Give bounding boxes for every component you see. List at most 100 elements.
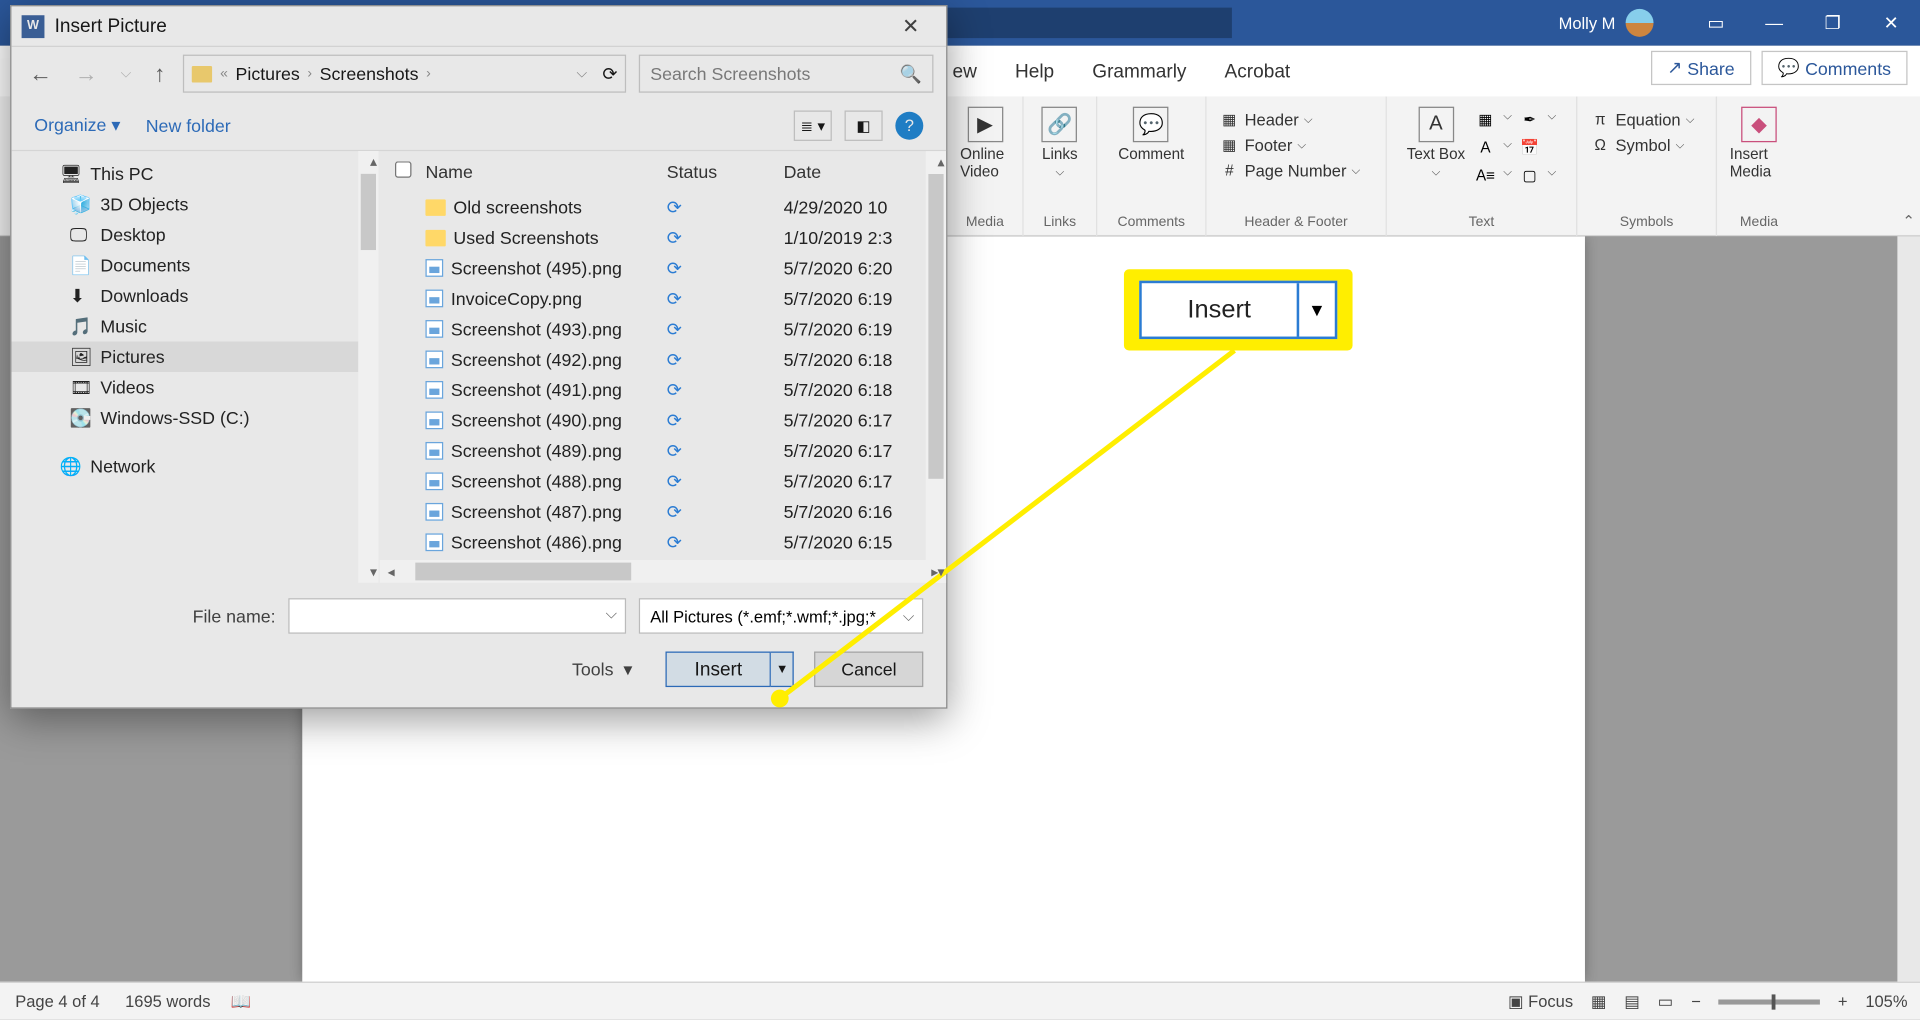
nav-item-videos[interactable]: 🎞Videos — [11, 372, 378, 402]
file-row[interactable]: Screenshot (493).png⟳5/7/2020 6:19 — [380, 314, 946, 344]
zoom-level[interactable]: 105% — [1865, 992, 1907, 1011]
drop-cap-icon[interactable]: A≡ — [1475, 165, 1495, 185]
comments-button[interactable]: 💬 Comments — [1761, 51, 1907, 85]
column-date[interactable]: Date — [784, 161, 929, 181]
user-name: Molly M — [1559, 13, 1616, 32]
links-button[interactable]: 🔗Links⌵ — [1042, 107, 1078, 179]
new-folder-button[interactable]: New folder — [146, 115, 231, 135]
word-count[interactable]: 1695 words — [125, 992, 210, 1011]
nav-item-pictures[interactable]: 🖼Pictures — [11, 342, 378, 372]
minimize-icon[interactable]: — — [1745, 0, 1803, 46]
page-indicator[interactable]: Page 4 of 4 — [15, 992, 99, 1011]
file-row[interactable]: Used Screenshots⟳1/10/2019 2:3 — [380, 222, 946, 252]
tab-acrobat[interactable]: Acrobat — [1225, 60, 1291, 82]
select-all-checkbox[interactable] — [394, 161, 411, 178]
footer-button[interactable]: ▦Footer ⌵ — [1219, 132, 1360, 157]
nav-item-3d-objects[interactable]: 🧊3D Objects — [11, 189, 378, 219]
focus-button[interactable]: ▣ Focus — [1508, 991, 1573, 1011]
link-icon: 🔗 — [1042, 107, 1078, 143]
callout-label: Insert — [1142, 283, 1297, 336]
zoom-slider[interactable] — [1719, 999, 1821, 1004]
nav-item-music[interactable]: 🎵Music — [11, 311, 378, 341]
view-mode-button[interactable]: ≣ ▾ — [794, 110, 832, 140]
breadcrumb-item[interactable]: Pictures — [236, 64, 300, 84]
image-file-icon — [425, 259, 443, 277]
wordart-icon[interactable]: A — [1475, 137, 1495, 157]
file-row[interactable]: Old screenshots⟳4/29/2020 10 — [380, 192, 946, 222]
nav-item-this-pc[interactable]: 🖥This PC — [11, 159, 378, 189]
file-row[interactable]: InvoiceCopy.png⟳5/7/2020 6:19 — [380, 283, 946, 313]
nav-scrollbar[interactable]: ▴ ▾ — [358, 151, 378, 583]
search-input[interactable]: Search Screenshots 🔍 — [639, 55, 934, 93]
online-video-button[interactable]: ▶Online Video — [960, 107, 1010, 181]
organize-button[interactable]: Organize ▾ — [34, 114, 120, 136]
nav-item-downloads[interactable]: ⬇Downloads — [11, 281, 378, 311]
nav-item-documents[interactable]: 📄Documents — [11, 250, 378, 280]
read-mode-icon[interactable]: ▦ — [1591, 991, 1607, 1011]
tab-grammarly[interactable]: Grammarly — [1092, 60, 1186, 82]
equation-button[interactable]: πEquation ⌵ — [1590, 107, 1694, 132]
file-name-input[interactable] — [288, 598, 626, 634]
up-icon[interactable]: ↑ — [149, 60, 171, 87]
tools-button[interactable]: Tools ▾ — [572, 658, 632, 680]
column-status[interactable]: Status — [667, 161, 784, 181]
print-layout-icon[interactable]: ▤ — [1624, 991, 1640, 1011]
preview-pane-button[interactable]: ◧ — [845, 110, 883, 140]
equation-icon: π — [1590, 109, 1610, 129]
chevron-down-icon[interactable]: ⌵ — [576, 65, 587, 82]
back-icon[interactable]: ← — [24, 60, 57, 87]
file-row[interactable]: Screenshot (491).png⟳5/7/2020 6:18 — [380, 375, 946, 405]
file-vscrollbar[interactable]: ▴ ▾ — [926, 151, 946, 583]
file-row[interactable]: Screenshot (490).png⟳5/7/2020 6:17 — [380, 405, 946, 435]
maximize-icon[interactable]: ❐ — [1803, 0, 1861, 46]
forward-icon[interactable]: → — [70, 60, 103, 87]
zoom-in-icon[interactable]: + — [1838, 992, 1848, 1011]
spelling-icon[interactable]: 📖 — [231, 991, 252, 1011]
signature-icon[interactable]: ✒ — [1520, 109, 1540, 129]
close-icon[interactable]: ✕ — [1862, 0, 1920, 46]
text-box-icon: A — [1418, 107, 1454, 143]
file-hscrollbar[interactable]: ◂▸ — [380, 560, 946, 583]
tab-help[interactable]: Help — [1015, 60, 1054, 82]
nav-item-windows-ssd-c-[interactable]: 💽Windows-SSD (C:) — [11, 403, 378, 433]
nav-item-desktop[interactable]: 🖵Desktop — [11, 220, 378, 250]
file-row[interactable]: Screenshot (489).png⟳5/7/2020 6:17 — [380, 436, 946, 466]
insert-button[interactable]: Insert ▼ — [665, 652, 794, 688]
insert-media-button[interactable]: ◆Insert Media — [1730, 107, 1788, 181]
cancel-button[interactable]: Cancel — [815, 652, 924, 688]
column-name[interactable]: Name — [425, 161, 666, 181]
ribbon-display-icon[interactable]: ▭ — [1687, 0, 1745, 46]
file-row[interactable]: Screenshot (492).png⟳5/7/2020 6:18 — [380, 344, 946, 374]
callout-highlight: Insert ▼ — [1124, 269, 1353, 350]
object-icon[interactable]: ▢ — [1520, 165, 1540, 185]
zoom-out-icon[interactable]: − — [1691, 992, 1701, 1011]
web-layout-icon[interactable]: ▭ — [1658, 991, 1674, 1011]
file-row[interactable]: Screenshot (495).png⟳5/7/2020 6:20 — [380, 253, 946, 283]
date-icon[interactable]: 📅 — [1520, 137, 1540, 157]
breadcrumb[interactable]: « Pictures › Screenshots › ⌵ ⟳ — [183, 55, 626, 93]
header-button[interactable]: ▦Header ⌵ — [1219, 107, 1360, 132]
text-box-button[interactable]: AText Box⌵ — [1407, 107, 1465, 179]
quick-parts-icon[interactable]: ▦ — [1475, 109, 1495, 129]
avatar[interactable] — [1626, 9, 1654, 37]
file-row[interactable]: Screenshot (486).png⟳5/7/2020 6:15 — [380, 527, 946, 557]
file-row[interactable]: Screenshot (487).png⟳5/7/2020 6:16 — [380, 497, 946, 527]
vertical-scrollbar[interactable] — [1897, 236, 1920, 981]
file-row[interactable]: Screenshot (488).png⟳5/7/2020 6:17 — [380, 466, 946, 496]
symbol-button[interactable]: ΩSymbol ⌵ — [1590, 132, 1694, 157]
nav-item-network[interactable]: 🌐Network — [11, 451, 378, 481]
breadcrumb-item[interactable]: Screenshots — [320, 64, 419, 84]
image-file-icon — [425, 411, 443, 429]
comment-button[interactable]: 💬Comment — [1118, 107, 1184, 163]
collapse-ribbon-icon[interactable]: ⌃ — [1902, 212, 1915, 230]
share-button[interactable]: ↗ Share — [1651, 51, 1751, 85]
help-icon[interactable]: ? — [895, 111, 923, 139]
user-area[interactable]: Molly M — [1559, 0, 1654, 46]
refresh-icon[interactable]: ⟳ — [602, 63, 617, 85]
insert-dropdown-icon[interactable]: ▼ — [771, 652, 794, 688]
tab-partial[interactable]: ew — [953, 60, 977, 82]
close-icon[interactable]: ✕ — [885, 13, 936, 38]
page-number-button[interactable]: #Page Number ⌵ — [1219, 157, 1360, 182]
recent-chevron-icon[interactable]: ⌵ — [116, 65, 137, 82]
file-type-filter[interactable]: All Pictures (*.emf;*.wmf;*.jpg;*. — [639, 598, 923, 634]
